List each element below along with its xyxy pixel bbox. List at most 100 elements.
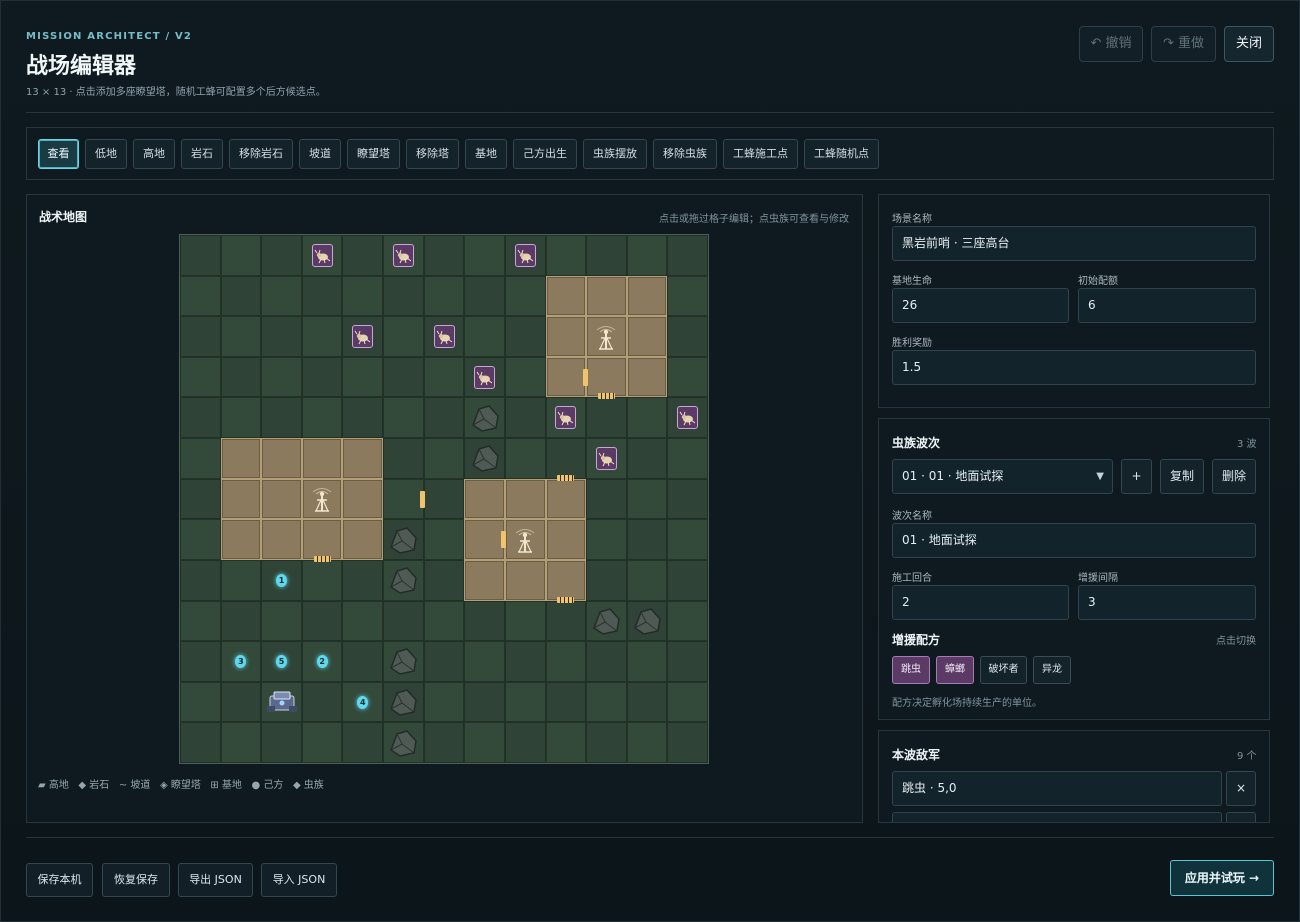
lowland-cell[interactable] bbox=[220, 600, 262, 642]
victory-reward-input[interactable]: 1.5 bbox=[892, 350, 1256, 385]
lowland-cell[interactable] bbox=[342, 235, 384, 276]
lowland-cell[interactable] bbox=[423, 275, 465, 317]
lowland-cell[interactable] bbox=[342, 356, 384, 398]
lowland-cell[interactable] bbox=[545, 600, 587, 642]
lowland-cell[interactable] bbox=[342, 600, 384, 642]
lowland-cell[interactable] bbox=[626, 519, 668, 560]
worker-point-marker[interactable]: 1 bbox=[276, 573, 288, 587]
lowland-cell[interactable] bbox=[464, 681, 505, 723]
highland-cell[interactable] bbox=[301, 438, 343, 479]
lowland-cell[interactable] bbox=[423, 478, 465, 520]
lowland-cell[interactable] bbox=[261, 316, 302, 357]
highland-cell[interactable] bbox=[342, 438, 384, 479]
lowland-cell[interactable] bbox=[423, 356, 465, 398]
lowland-cell[interactable] bbox=[301, 559, 343, 601]
lowland-cell[interactable] bbox=[301, 397, 343, 439]
lowland-cell[interactable] bbox=[667, 316, 708, 357]
lowland-cell[interactable] bbox=[464, 316, 505, 357]
zerg-unit-icon[interactable] bbox=[352, 325, 374, 349]
zerg-unit-icon[interactable] bbox=[595, 446, 617, 470]
highland-cell[interactable] bbox=[464, 478, 505, 520]
lowland-cell[interactable] bbox=[342, 641, 384, 682]
lowland-cell[interactable] bbox=[301, 722, 343, 763]
lowland-cell[interactable] bbox=[383, 478, 424, 520]
tactical-map-grid[interactable]: 12345 bbox=[179, 234, 709, 764]
lowland-cell[interactable] bbox=[504, 356, 546, 398]
recipe-chip-ravager[interactable]: 破坏者 bbox=[980, 656, 1027, 684]
highland-cell[interactable] bbox=[342, 519, 384, 560]
lowland-cell[interactable] bbox=[383, 600, 424, 642]
lowland-cell[interactable] bbox=[667, 438, 708, 479]
lowland-cell[interactable] bbox=[180, 438, 221, 479]
highland-cell[interactable] bbox=[464, 559, 505, 601]
base-icon[interactable] bbox=[265, 687, 299, 717]
lowland-cell[interactable] bbox=[545, 235, 587, 276]
lowland-cell[interactable] bbox=[586, 641, 627, 682]
build-rounds-input[interactable]: 2 bbox=[892, 585, 1069, 620]
lowland-cell[interactable] bbox=[180, 519, 221, 560]
lowland-cell[interactable] bbox=[423, 600, 465, 642]
copy-wave-button[interactable]: 复制 bbox=[1160, 459, 1204, 494]
lowland-cell[interactable] bbox=[180, 356, 221, 398]
highland-cell[interactable] bbox=[261, 438, 302, 479]
lowland-cell[interactable] bbox=[261, 722, 302, 763]
lowland-cell[interactable] bbox=[667, 478, 708, 520]
wave-name-input[interactable]: 01 · 地面试探 bbox=[892, 523, 1256, 558]
lowland-cell[interactable] bbox=[423, 641, 465, 682]
tool-worker-build[interactable]: 工蜂施工点 bbox=[723, 139, 798, 169]
highland-cell[interactable] bbox=[545, 356, 587, 398]
lowland-cell[interactable] bbox=[180, 559, 221, 601]
lowland-cell[interactable] bbox=[667, 641, 708, 682]
lowland-cell[interactable] bbox=[423, 722, 465, 763]
lowland-cell[interactable] bbox=[504, 397, 546, 439]
lowland-cell[interactable] bbox=[423, 397, 465, 439]
lowland-cell[interactable] bbox=[545, 641, 587, 682]
lowland-cell[interactable] bbox=[342, 397, 384, 439]
highland-cell[interactable] bbox=[504, 559, 546, 601]
highland-cell[interactable] bbox=[301, 519, 343, 560]
lowland-cell[interactable] bbox=[626, 559, 668, 601]
lowland-cell[interactable] bbox=[667, 356, 708, 398]
recipe-chip-mutalisk[interactable]: 异龙 bbox=[1033, 656, 1071, 684]
base-hp-input[interactable]: 26 bbox=[892, 288, 1069, 323]
lowland-cell[interactable] bbox=[180, 722, 221, 763]
lowland-cell[interactable] bbox=[464, 600, 505, 642]
lowland-cell[interactable] bbox=[586, 681, 627, 723]
lowland-cell[interactable] bbox=[504, 600, 546, 642]
enemy-entry-next[interactable] bbox=[892, 812, 1222, 822]
import-json-button[interactable]: 导入 JSON bbox=[261, 863, 337, 897]
remove-enemy-button[interactable]: × bbox=[1226, 771, 1256, 806]
lowland-cell[interactable] bbox=[504, 722, 546, 763]
lowland-cell[interactable] bbox=[464, 275, 505, 317]
highland-cell[interactable] bbox=[261, 478, 302, 520]
lowland-cell[interactable] bbox=[342, 559, 384, 601]
tool-ramp[interactable]: 坡道 bbox=[299, 139, 341, 169]
lowland-cell[interactable] bbox=[626, 681, 668, 723]
lowland-cell[interactable] bbox=[220, 235, 262, 276]
lowland-cell[interactable] bbox=[586, 478, 627, 520]
lowland-cell[interactable] bbox=[220, 356, 262, 398]
lowland-cell[interactable] bbox=[626, 397, 668, 439]
highland-cell[interactable] bbox=[220, 519, 262, 560]
lowland-cell[interactable] bbox=[626, 478, 668, 520]
lowland-cell[interactable] bbox=[667, 275, 708, 317]
lowland-cell[interactable] bbox=[301, 275, 343, 317]
lowland-cell[interactable] bbox=[342, 722, 384, 763]
lowland-cell[interactable] bbox=[626, 722, 668, 763]
lowland-cell[interactable] bbox=[261, 356, 302, 398]
lowland-cell[interactable] bbox=[301, 356, 343, 398]
remove-enemy-next[interactable] bbox=[1226, 812, 1256, 822]
highland-cell[interactable] bbox=[504, 478, 546, 520]
highland-cell[interactable] bbox=[261, 519, 302, 560]
lowland-cell[interactable] bbox=[667, 559, 708, 601]
lowland-cell[interactable] bbox=[667, 600, 708, 642]
lowland-cell[interactable] bbox=[423, 235, 465, 276]
lowland-cell[interactable] bbox=[626, 438, 668, 479]
initial-quota-input[interactable]: 6 bbox=[1078, 288, 1256, 323]
lowland-cell[interactable] bbox=[667, 681, 708, 723]
zerg-unit-icon[interactable] bbox=[311, 243, 333, 267]
lowland-cell[interactable] bbox=[220, 722, 262, 763]
redo-button[interactable]: ↷ 重做 bbox=[1151, 26, 1216, 62]
delete-wave-button[interactable]: 删除 bbox=[1212, 459, 1256, 494]
lowland-cell[interactable] bbox=[667, 519, 708, 560]
